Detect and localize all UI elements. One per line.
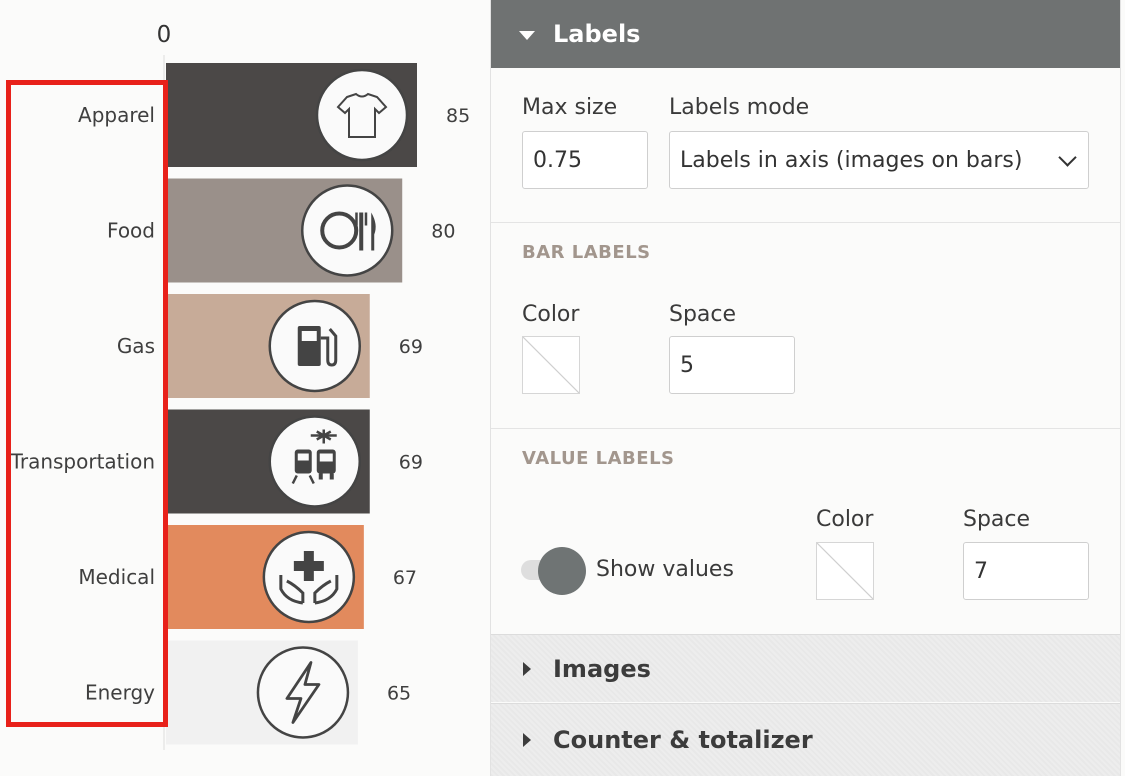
- show-values-label: Show values: [596, 557, 734, 582]
- chart-svg: 0 85 Apparel 80 Food 69 Gas 69 Transportation 67…: [10, 22, 470, 750]
- bar-space-input[interactable]: 5: [669, 336, 795, 394]
- value-labels-title: VALUE LABELS: [522, 448, 675, 469]
- tshirt-icon: [315, 68, 409, 162]
- value-label: 80: [431, 221, 455, 243]
- value-label: 67: [393, 567, 417, 589]
- counter-section-header[interactable]: Counter & totalizer: [491, 703, 1120, 776]
- labels-mode-label: Labels mode: [669, 95, 810, 120]
- value-space-input[interactable]: 7: [963, 542, 1089, 600]
- bar-chart: 0 85 Apparel 80 Food 69 Gas 69 Transportation 67…: [0, 0, 490, 776]
- labels-header-text: Labels: [553, 20, 641, 48]
- divider: [491, 428, 1120, 429]
- value-color-swatch[interactable]: [816, 542, 874, 600]
- bar-color-label: Color: [522, 302, 580, 327]
- bar-color-swatch[interactable]: [522, 336, 580, 394]
- max-size-input[interactable]: 0.75: [522, 131, 648, 189]
- value-space-value: 7: [974, 558, 988, 584]
- category-label: Medical: [78, 565, 155, 589]
- value-label: 69: [399, 452, 423, 474]
- fuel-pump-icon: [268, 299, 362, 393]
- transport-icon: [268, 415, 362, 508]
- medical-cross-hands-icon: [262, 530, 356, 624]
- max-size-value: 0.75: [533, 147, 582, 173]
- labels-section-header[interactable]: Labels: [491, 0, 1120, 68]
- category-label: Transportation: [10, 450, 155, 474]
- axis-zero-label: 0: [157, 22, 172, 48]
- bar-labels-title: BAR LABELS: [522, 242, 651, 263]
- show-values-toggle[interactable]: [521, 547, 586, 595]
- category-label: Energy: [85, 681, 155, 705]
- bar-space-value: 5: [680, 352, 694, 378]
- caret-right-icon: [523, 661, 531, 676]
- caret-down-icon: [519, 30, 535, 40]
- labels-mode-select[interactable]: Labels in axis (images on bars): [669, 131, 1089, 189]
- caret-right-icon: [523, 733, 531, 747]
- images-header-text: Images: [553, 654, 651, 683]
- category-label: Apparel: [78, 103, 155, 127]
- value-label: 65: [387, 683, 411, 705]
- divider: [491, 222, 1120, 223]
- images-section-header[interactable]: Images: [491, 634, 1120, 702]
- max-size-label: Max size: [522, 95, 618, 120]
- value-label: 69: [399, 336, 423, 358]
- empty-color-icon: [817, 543, 873, 599]
- labels-mode-value: Labels in axis (images on bars): [680, 147, 1023, 173]
- bar-space-label: Space: [669, 302, 737, 327]
- toggle-knob: [538, 547, 586, 595]
- settings-panel: Labels Max size 0.75 Labels mode Labels …: [490, 0, 1121, 776]
- category-label: Food: [107, 219, 155, 243]
- empty-color-icon: [523, 337, 579, 393]
- lightning-bolt-icon: [256, 646, 350, 739]
- value-space-label: Space: [963, 507, 1031, 532]
- category-label: Gas: [117, 334, 155, 358]
- counter-header-text: Counter & totalizer: [553, 726, 813, 754]
- chevron-down-icon: [1058, 147, 1077, 167]
- plate-cutlery-icon: [300, 184, 394, 277]
- value-color-label: Color: [816, 507, 874, 532]
- value-label: 85: [446, 105, 470, 127]
